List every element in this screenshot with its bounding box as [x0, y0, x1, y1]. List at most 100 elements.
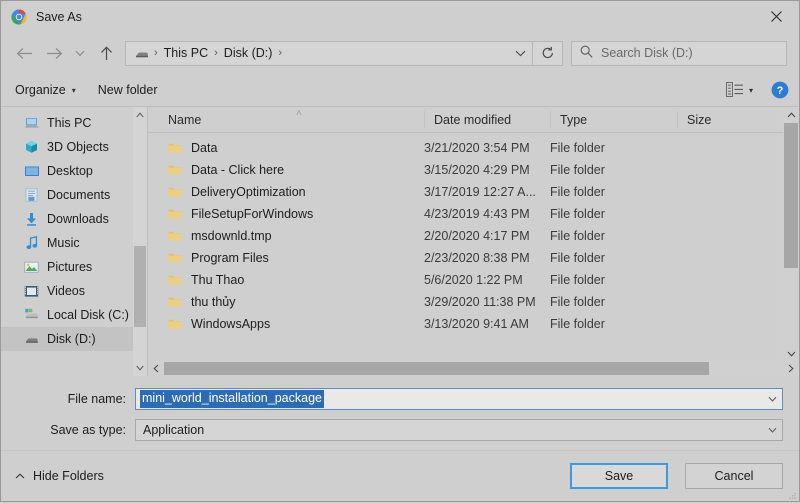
refresh-icon[interactable] [533, 40, 563, 66]
breadcrumb-separator: › [154, 47, 158, 59]
pictures-icon [23, 260, 40, 275]
scroll-up-icon[interactable] [783, 107, 799, 123]
file-list-vertical-scrollbar[interactable] [783, 107, 799, 362]
scroll-up-icon[interactable] [133, 107, 147, 122]
file-rows: Data 3/21/2020 3:54 PM File folder Data … [148, 133, 799, 376]
sidebar-scroll-track[interactable] [133, 122, 147, 361]
sidebar-item-disk-d[interactable]: Disk (D:) [1, 327, 147, 351]
chevron-down-icon[interactable] [762, 420, 782, 440]
breadcrumb-separator: › [214, 47, 218, 59]
recent-locations-icon[interactable] [69, 39, 91, 67]
svg-text:?: ? [777, 85, 784, 97]
column-header-size[interactable]: Size [677, 111, 743, 128]
breadcrumb-disk-d[interactable]: Disk (D:) [220, 46, 277, 60]
breadcrumb-this-pc[interactable]: This PC [160, 46, 212, 60]
close-icon[interactable] [754, 1, 799, 32]
sidebar-item-label: Documents [47, 188, 111, 202]
new-folder-label: New folder [97, 82, 158, 97]
save-as-type-select[interactable]: Application [135, 418, 783, 441]
file-name: DeliveryOptimization [191, 185, 306, 199]
sidebar-scroll-thumb[interactable] [134, 246, 146, 328]
back-icon[interactable] [9, 39, 39, 67]
new-folder-button[interactable]: New folder [98, 83, 180, 97]
table-row[interactable]: FileSetupForWindows 4/23/2019 4:43 PM Fi… [148, 203, 799, 225]
file-type: File folder [550, 295, 605, 309]
file-name: Thu Thao [191, 273, 245, 287]
chevron-down-icon[interactable] [762, 389, 782, 409]
sidebar-item-music[interactable]: Music [1, 231, 147, 255]
sidebar-item-pictures[interactable]: Pictures [1, 255, 147, 279]
table-row[interactable]: Program Files 2/23/2020 8:38 PM File fol… [148, 247, 799, 269]
sidebar-item-local-disk-c[interactable]: Local Disk (C:) [1, 303, 147, 327]
sidebar-item-downloads[interactable]: Downloads [1, 207, 147, 231]
table-row[interactable]: Data 3/21/2020 3:54 PM File folder [148, 137, 799, 159]
table-row[interactable]: DeliveryOptimization 3/17/2019 12:27 A..… [148, 181, 799, 203]
table-row[interactable]: WindowsApps 3/13/2020 9:41 AM File folde… [148, 313, 799, 335]
file-name: Data - Click here [191, 163, 285, 177]
column-header-date-modified[interactable]: Date modified [424, 111, 550, 128]
save-button[interactable]: Save [570, 462, 668, 489]
view-options-group: ▾ ? [725, 81, 789, 99]
command-bar: Organize ▾ New folder ▾ ? [1, 73, 799, 107]
sidebar-item-label: Downloads [47, 212, 109, 226]
resize-grip[interactable] [786, 489, 796, 499]
chevron-up-icon [15, 471, 25, 481]
sidebar-item-label: Local Disk (C:) [47, 308, 129, 322]
folder-tree: This PC 3D Objects Desktop Documents Dow… [1, 107, 147, 351]
list-view-icon[interactable] [725, 82, 745, 98]
sidebar-item-desktop[interactable]: Desktop [1, 159, 147, 183]
column-header-type[interactable]: Type [550, 111, 677, 128]
table-row[interactable]: Thu Thao 5/6/2020 1:22 PM File folder [148, 269, 799, 291]
table-row[interactable]: Data - Click here 3/15/2020 4:29 PM File… [148, 159, 799, 181]
folder-icon [168, 318, 182, 330]
horizontal-scroll-thumb[interactable] [164, 361, 709, 375]
organize-button[interactable]: Organize ▾ [15, 83, 98, 97]
scroll-left-icon[interactable] [148, 361, 164, 376]
horizontal-scroll-track[interactable] [164, 361, 783, 376]
file-name-input[interactable]: mini_world_installation_package [135, 387, 783, 410]
sidebar-item-this-pc[interactable]: This PC [1, 111, 147, 135]
scroll-down-icon[interactable] [133, 361, 147, 376]
file-list-scroll-track[interactable] [783, 123, 799, 346]
folder-icon [168, 252, 182, 264]
up-icon[interactable] [91, 39, 121, 67]
address-chevron-down-icon[interactable] [509, 50, 526, 57]
save-as-dialog: Save As › This PC › Disk (D:) › Search D… [0, 0, 800, 502]
hide-folders-button[interactable]: Hide Folders [15, 469, 104, 483]
sidebar-scrollbar[interactable] [133, 107, 147, 376]
footer-buttons: Save Cancel [561, 453, 783, 498]
table-row[interactable]: msdownld.tmp 2/20/2020 4:17 PM File fold… [148, 225, 799, 247]
scroll-right-icon[interactable] [783, 361, 799, 376]
file-date: 2/23/2020 8:38 PM [424, 251, 530, 265]
file-date: 3/13/2020 9:41 AM [424, 317, 529, 331]
sidebar-item-documents[interactable]: Documents [1, 183, 147, 207]
file-type: File folder [550, 251, 605, 265]
documents-icon [23, 188, 40, 203]
file-list-scroll-thumb[interactable] [784, 123, 798, 268]
help-icon[interactable]: ? [771, 81, 789, 99]
view-chevron-down-icon[interactable]: ▾ [749, 86, 753, 95]
file-date: 2/20/2020 4:17 PM [424, 229, 530, 243]
forward-icon[interactable] [39, 39, 69, 67]
organize-label: Organize [15, 82, 66, 97]
file-date: 3/17/2019 12:27 A... [424, 185, 536, 199]
hide-folders-label: Hide Folders [33, 468, 104, 483]
table-row[interactable]: thu thủy 3/29/2020 11:38 PM File folder [148, 291, 799, 313]
sort-ascending-icon: ˄ [296, 108, 302, 119]
column-header-name[interactable]: Name [148, 111, 424, 128]
save-form: File name: mini_world_installation_packa… [1, 375, 799, 450]
drive-icon [23, 332, 40, 347]
scroll-down-icon[interactable] [783, 346, 799, 362]
file-type: File folder [550, 229, 605, 243]
save-as-type-row: Save as type: Application [17, 418, 783, 441]
sidebar-item-videos[interactable]: Videos [1, 279, 147, 303]
search-input[interactable]: Search Disk (D:) [571, 40, 787, 66]
sidebar-item-3d-objects[interactable]: 3D Objects [1, 135, 147, 159]
file-date: 3/29/2020 11:38 PM [424, 295, 536, 309]
cancel-button[interactable]: Cancel [685, 462, 783, 489]
window-title: Save As [36, 10, 82, 24]
title-bar: Save As [1, 1, 799, 33]
address-bar[interactable]: › This PC › Disk (D:) › [125, 40, 533, 66]
file-list-horizontal-scrollbar[interactable] [148, 360, 799, 376]
folder-icon [168, 142, 182, 154]
